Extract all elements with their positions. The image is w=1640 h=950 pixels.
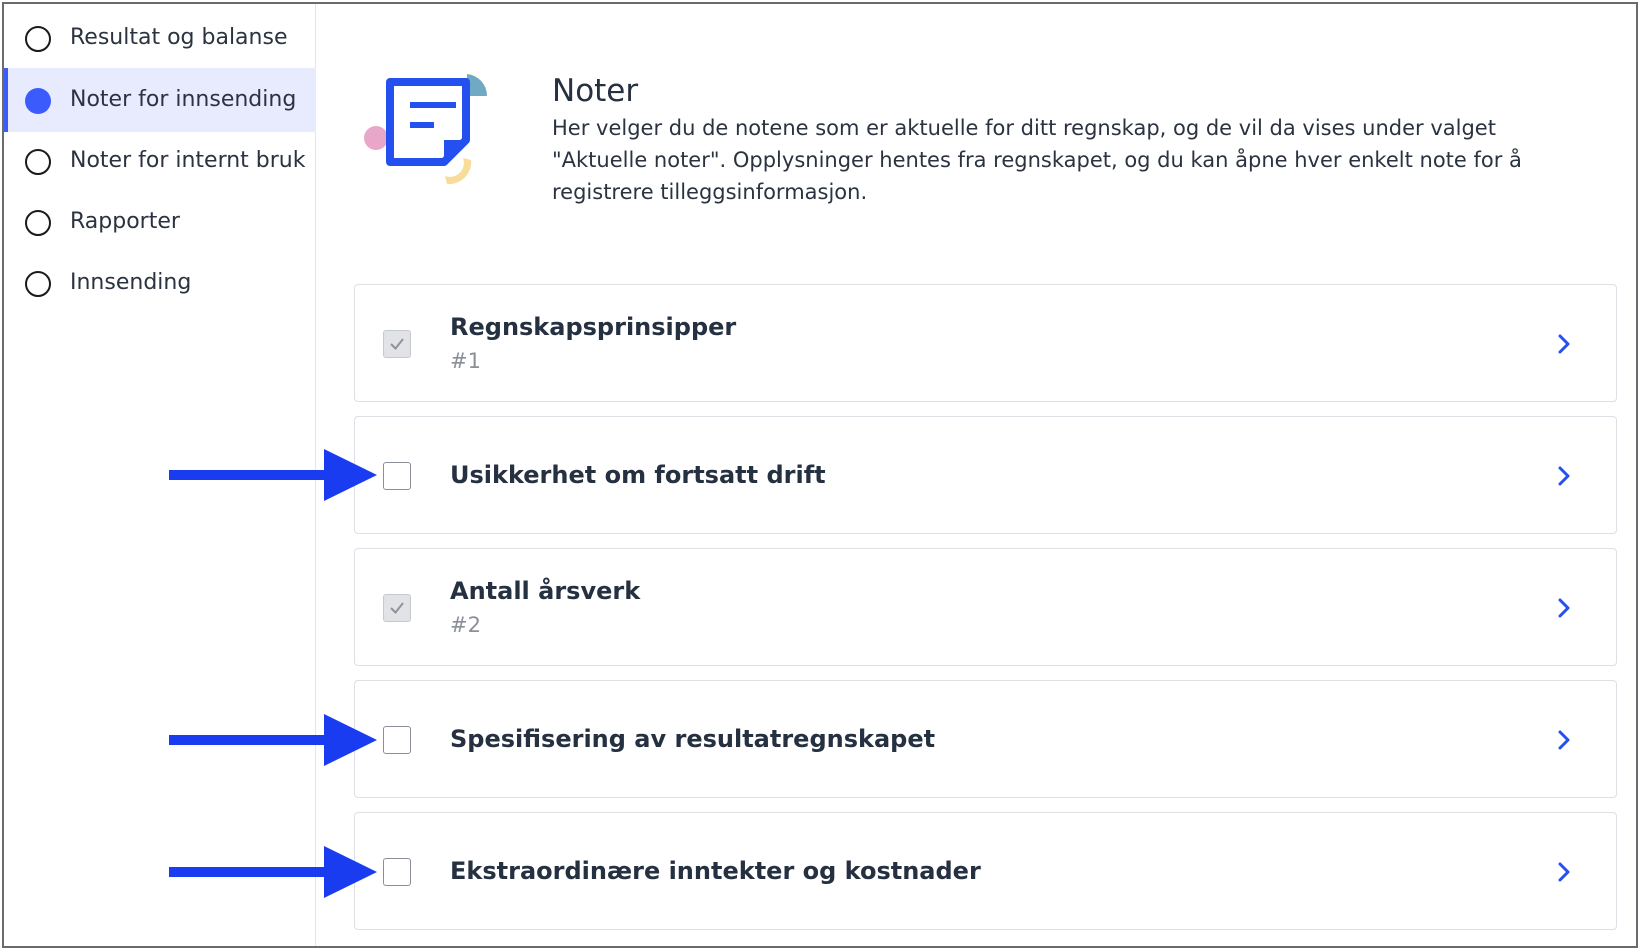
page-title: Noter (552, 73, 639, 109)
radio-icon (25, 26, 51, 52)
radio-selected-icon (25, 88, 51, 114)
note-title: Regnskapsprinsipper (450, 313, 737, 341)
sidebar-item-label: Rapporter (70, 209, 180, 234)
notes-illustration-icon (364, 74, 488, 185)
chevron-right-icon[interactable] (1556, 464, 1572, 488)
check-icon (390, 602, 404, 615)
note-number: #1 (450, 349, 481, 373)
app-frame: Resultat og balanse Noter for innsending… (2, 2, 1638, 948)
radio-icon (25, 210, 51, 236)
note-checkbox-checked[interactable] (383, 330, 411, 358)
sidebar-item-noter-for-internt-bruk[interactable]: Noter for internt bruk (4, 129, 316, 193)
note-title: Usikkerhet om fortsatt drift (450, 461, 826, 489)
radio-icon (25, 271, 51, 297)
note-checkbox[interactable] (383, 462, 411, 490)
note-card-spesifisering-av-resultatregnskapet[interactable]: Spesifisering av resultatregnskapet (354, 680, 1617, 798)
sidebar-item-rapporter[interactable]: Rapporter (4, 190, 316, 254)
sidebar-item-label: Noter for innsending (70, 87, 297, 112)
annotation-arrow-icon (169, 449, 377, 501)
note-checkbox[interactable] (383, 858, 411, 886)
page-description: Her velger du de notene som er aktuelle … (552, 116, 1522, 204)
chevron-right-icon[interactable] (1556, 860, 1572, 884)
annotation-arrow-icon (169, 846, 377, 898)
check-icon (390, 338, 404, 351)
note-checkbox[interactable] (383, 726, 411, 754)
note-card-antall-arsverk[interactable]: Antall årsverk #2 (354, 548, 1617, 666)
annotation-arrow-icon (169, 714, 377, 766)
radio-icon (25, 149, 51, 175)
sidebar-item-resultat-og-balanse[interactable]: Resultat og balanse (4, 6, 316, 70)
note-number: #2 (450, 613, 481, 637)
note-card-usikkerhet-om-fortsatt-drift[interactable]: Usikkerhet om fortsatt drift (354, 416, 1617, 534)
note-title: Ekstraordinære inntekter og kostnader (450, 857, 981, 885)
note-title: Antall årsverk (450, 577, 641, 605)
sidebar-item-noter-for-innsending[interactable]: Noter for innsending (4, 68, 316, 132)
chevron-right-icon[interactable] (1556, 596, 1572, 620)
note-checkbox-checked[interactable] (383, 594, 411, 622)
note-title: Spesifisering av resultatregnskapet (450, 725, 936, 753)
note-card-ekstraordinaere-inntekter-og-kostnader[interactable]: Ekstraordinære inntekter og kostnader (354, 812, 1617, 930)
chevron-right-icon[interactable] (1556, 728, 1572, 752)
chevron-right-icon[interactable] (1556, 332, 1572, 356)
note-card-regnskapsprinsipper[interactable]: Regnskapsprinsipper #1 (354, 284, 1617, 402)
sidebar-item-label: Resultat og balanse (70, 25, 288, 50)
sidebar-item-label: Innsending (70, 270, 192, 295)
sidebar-item-label: Noter for internt bruk (70, 148, 306, 173)
sidebar-item-innsending[interactable]: Innsending (4, 251, 316, 315)
